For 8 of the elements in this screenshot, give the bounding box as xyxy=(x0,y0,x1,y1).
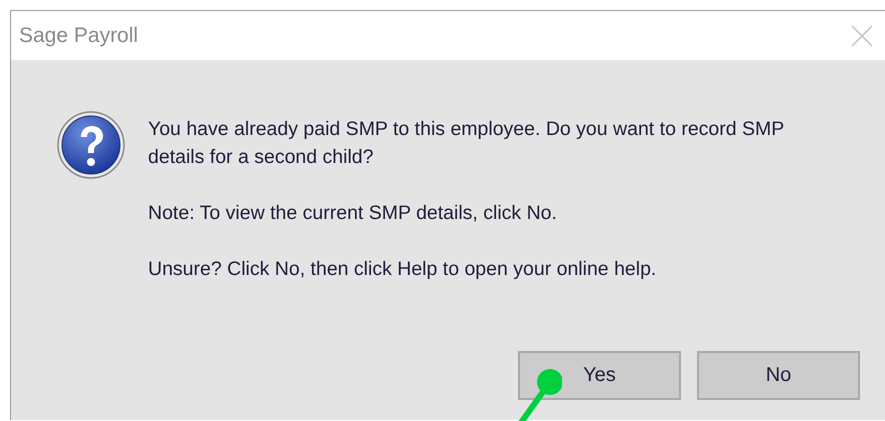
yes-button[interactable]: Yes xyxy=(518,351,681,400)
message-text: Note: To view the current SMP details, click No. xyxy=(148,201,558,226)
message-text: You have already paid SMP to this employee. Do you want to record SMP details for a second child? xyxy=(148,117,785,170)
window-title: Sage Payroll xyxy=(19,24,138,48)
question-icon xyxy=(56,110,126,180)
no-button[interactable]: No xyxy=(697,351,860,400)
message-text: Unsure? Click No, then click Help to open your online help. xyxy=(148,257,658,282)
close-icon[interactable] xyxy=(851,24,873,46)
